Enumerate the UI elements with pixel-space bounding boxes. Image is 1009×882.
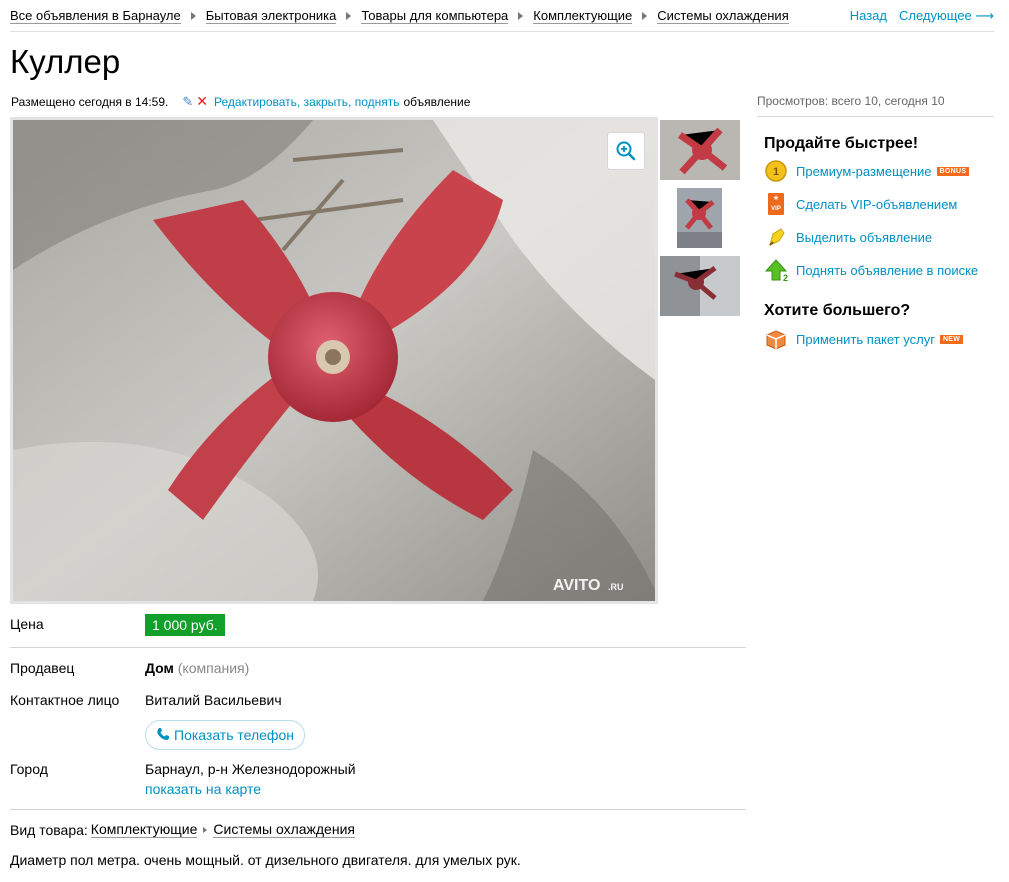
fan-photo: AVITO .RU bbox=[13, 120, 655, 601]
thumbnail-image bbox=[677, 188, 722, 248]
edit-ad-link[interactable]: Редактировать, закрыть, поднять bbox=[214, 95, 399, 109]
view-counter: Просмотров: всего 10, сегодня 10 bbox=[757, 87, 994, 117]
premium-service[interactable]: 1 Премиум-размещение BONUS bbox=[764, 159, 970, 183]
photo-thumbnail[interactable] bbox=[660, 256, 740, 316]
vip-service-label[interactable]: Сделать VIP-объявлением bbox=[796, 197, 957, 212]
contact-name: Виталий Васильевич bbox=[145, 692, 282, 708]
page-title: Куллер bbox=[10, 43, 121, 80]
breadcrumb-separator-icon bbox=[518, 12, 524, 20]
svg-text:VIP: VIP bbox=[771, 206, 781, 212]
highlight-service[interactable]: Выделить объявление bbox=[764, 225, 932, 249]
watermark: AVITO bbox=[553, 577, 600, 594]
category-link-components[interactable]: Комплектующие bbox=[90, 822, 198, 838]
highlighter-icon bbox=[764, 225, 788, 249]
breadcrumb-electronics[interactable]: Бытовая электроника bbox=[205, 8, 337, 24]
close-icon[interactable]: ✕ bbox=[196, 93, 208, 110]
phone-icon bbox=[156, 727, 170, 744]
zoom-in-icon bbox=[616, 141, 636, 161]
raise-service[interactable]: 2 Поднять объявление в поиске bbox=[764, 258, 978, 282]
sell-faster-heading: Продайте быстрее! bbox=[764, 135, 919, 152]
svg-text:1: 1 bbox=[773, 166, 779, 178]
contact-label: Контактное лицо bbox=[10, 692, 120, 708]
next-link[interactable]: Следующее ⟶ bbox=[899, 8, 994, 24]
pencil-icon[interactable]: ✎ bbox=[182, 94, 193, 110]
premium-service-label[interactable]: Премиум-размещение bbox=[796, 164, 932, 179]
seller-name: Дом bbox=[145, 660, 174, 676]
want-more-heading: Хотите большего? bbox=[764, 302, 911, 319]
posted-time: Размещено сегодня в 14:59. bbox=[11, 94, 169, 109]
seller-label: Продавец bbox=[10, 660, 75, 676]
breadcrumb-cooling[interactable]: Системы охлаждения bbox=[657, 8, 789, 24]
vip-service[interactable]: ★ VIP Сделать VIP-объявлением bbox=[764, 192, 957, 216]
watermark-suffix: .RU bbox=[608, 582, 624, 592]
coin-icon: 1 bbox=[764, 159, 788, 183]
thumbnail-image bbox=[660, 256, 740, 316]
seller-type: (компания) bbox=[177, 660, 250, 676]
show-phone-label: Показать телефон bbox=[174, 727, 294, 743]
seller-info: Дом (компания) bbox=[145, 660, 249, 676]
breadcrumb-separator-icon bbox=[642, 12, 648, 20]
svg-text:★: ★ bbox=[773, 194, 779, 202]
breadcrumb-all-ads[interactable]: Все объявления в Барнауле bbox=[10, 8, 181, 24]
posted-info: Размещено сегодня в 14:59. ✎ ✕ Редактиро… bbox=[11, 93, 470, 110]
divider bbox=[10, 809, 746, 810]
vip-icon: ★ VIP bbox=[764, 192, 788, 216]
raise-service-label[interactable]: Поднять объявление в поиске bbox=[796, 263, 978, 278]
photo-thumbnail[interactable] bbox=[660, 120, 740, 180]
category-separator-icon bbox=[203, 827, 208, 833]
breadcrumb-separator-icon bbox=[346, 12, 352, 20]
breadcrumb-computer-goods[interactable]: Товары для компьютера bbox=[361, 8, 509, 24]
breadcrumb-components[interactable]: Комплектующие bbox=[533, 8, 633, 24]
package-service[interactable]: Применить пакет услуг NEW bbox=[764, 327, 964, 351]
back-link[interactable]: Назад bbox=[850, 8, 887, 24]
city-label: Город bbox=[10, 761, 48, 777]
package-icon bbox=[764, 327, 788, 351]
price-label: Цена bbox=[10, 616, 44, 632]
highlight-service-label[interactable]: Выделить объявление bbox=[796, 230, 932, 245]
photo-thumbnail[interactable] bbox=[677, 188, 722, 248]
breadcrumb-separator-icon bbox=[190, 12, 196, 20]
ad-navigation: Назад Следующее ⟶ bbox=[850, 8, 994, 24]
package-service-label[interactable]: Применить пакет услуг bbox=[796, 332, 935, 347]
zoom-button[interactable] bbox=[607, 132, 645, 170]
category-link-cooling[interactable]: Системы охлаждения bbox=[213, 822, 355, 838]
main-photo[interactable]: AVITO .RU bbox=[10, 117, 658, 604]
category-label: Вид товара: bbox=[10, 822, 88, 838]
up-arrow-icon: 2 bbox=[764, 258, 788, 282]
show-on-map-link[interactable]: показать на карте bbox=[145, 781, 261, 797]
divider bbox=[10, 647, 746, 648]
show-phone-button[interactable]: Показать телефон bbox=[145, 720, 305, 750]
ad-description: Диаметр пол метра. очень мощный. от дизе… bbox=[10, 852, 521, 868]
edit-ad-suffix: объявление bbox=[403, 94, 471, 109]
price-value: 1 000 руб. bbox=[145, 614, 225, 636]
svg-text:2: 2 bbox=[783, 273, 788, 282]
bonus-badge: BONUS bbox=[936, 166, 970, 176]
city-value: Барнаул, р-н Железнодорожный bbox=[145, 761, 356, 777]
breadcrumb: Все объявления в Барнауле Бытовая электр… bbox=[10, 8, 994, 32]
category-line: Вид товара: Комплектующие Системы охлажд… bbox=[10, 822, 355, 838]
new-badge: NEW bbox=[939, 334, 964, 344]
thumbnail-image bbox=[660, 120, 740, 180]
